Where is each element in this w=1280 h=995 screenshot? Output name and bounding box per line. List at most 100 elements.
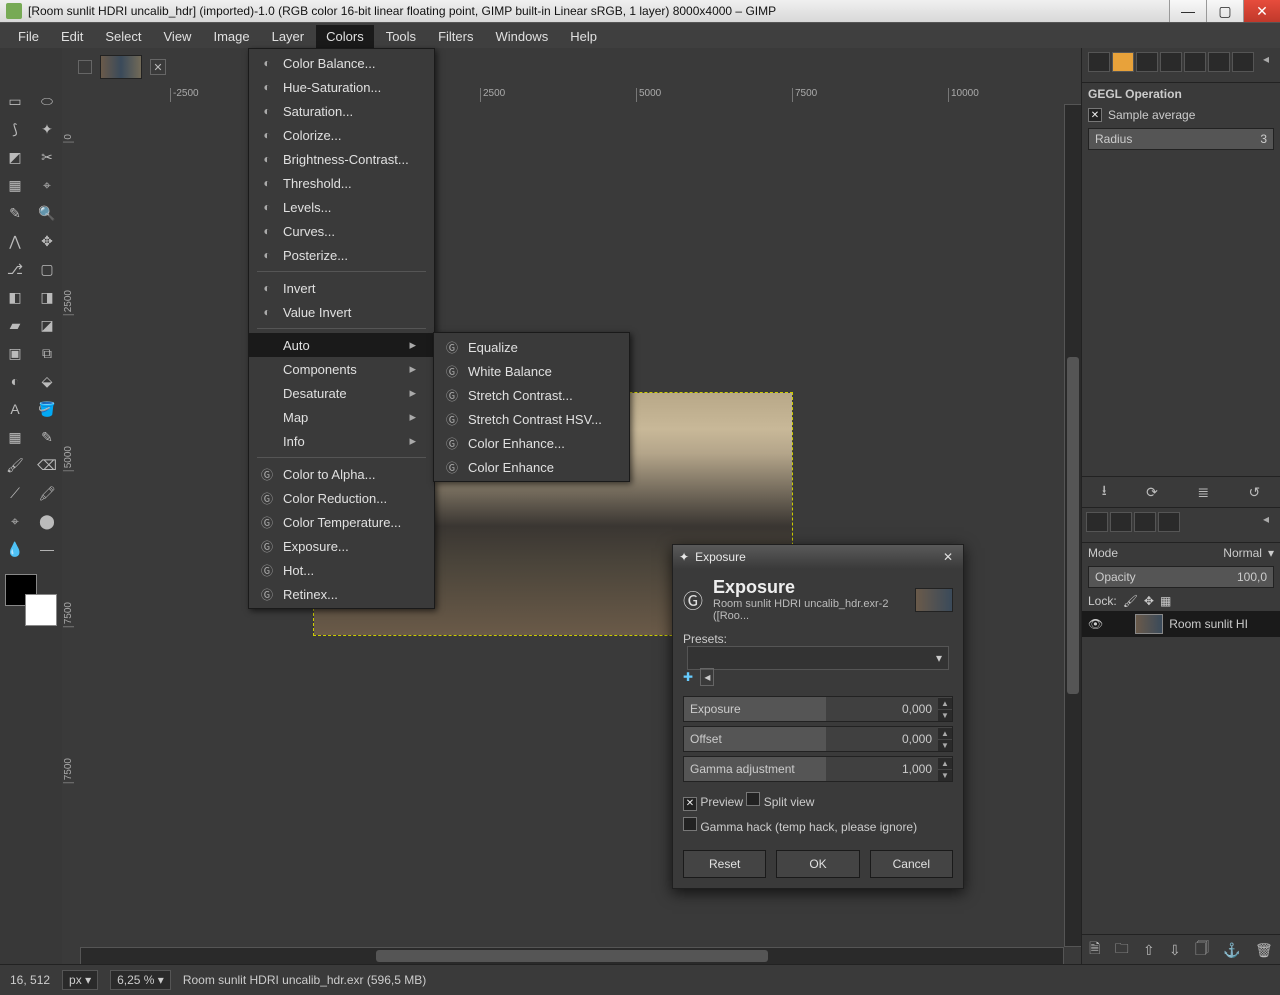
save-icon[interactable]: ⭳ (1102, 480, 1107, 504)
delete-layer-icon[interactable]: 🗑 (1255, 942, 1273, 959)
spinner[interactable]: ▲▼ (938, 727, 952, 751)
menu-select[interactable]: Select (95, 25, 151, 48)
menu-item[interactable]: ⒼColor Enhance (434, 455, 629, 479)
tool-button[interactable]: ⟆ (1, 116, 29, 142)
dock-tab[interactable] (1208, 52, 1230, 72)
undo-tab[interactable] (1158, 512, 1180, 532)
menu-item[interactable]: ◐Brightness-Contrast... (249, 147, 434, 171)
reset-button[interactable]: Reset (683, 850, 766, 878)
lock-pixels-icon[interactable]: 🖌 (1123, 594, 1138, 608)
dock-tab[interactable] (1112, 52, 1134, 72)
menu-view[interactable]: View (154, 25, 202, 48)
tool-button[interactable]: ✎ (1, 200, 29, 226)
menu-item[interactable]: ⒼStretch Contrast... (434, 383, 629, 407)
tool-button[interactable]: ✥ (33, 228, 61, 254)
slider-row[interactable]: Gamma adjustment1,000▲▼ (683, 756, 953, 782)
layer-group-icon[interactable]: 🗀 (1115, 938, 1129, 962)
menu-item[interactable]: Components▸ (249, 357, 434, 381)
tool-button[interactable]: ▰ (1, 312, 29, 338)
menu-item[interactable]: ◐Curves... (249, 219, 434, 243)
duplicate-layer-icon[interactable]: 🗍 (1195, 938, 1209, 962)
menu-item[interactable]: Map▸ (249, 405, 434, 429)
scrollbar-horizontal[interactable] (80, 947, 1064, 965)
chevron-down-icon[interactable]: ▾ (1268, 546, 1274, 560)
menu-colors[interactable]: Colors (316, 25, 374, 48)
layer-name[interactable]: Room sunlit HI (1169, 617, 1248, 631)
dock-tab[interactable] (1232, 52, 1254, 72)
anchor-layer-icon[interactable]: ⚓ (1223, 942, 1240, 959)
tool-button[interactable]: ✂ (33, 144, 61, 170)
menu-item[interactable]: ◐Value Invert (249, 300, 434, 324)
radius-field[interactable]: Radius 3 (1088, 128, 1274, 150)
lock-position-icon[interactable]: ✥ (1144, 594, 1154, 608)
add-preset-icon[interactable]: ✚ (683, 670, 693, 684)
menu-item[interactable]: Auto▸ (249, 333, 434, 357)
menu-item[interactable]: ⒼEqualize (434, 335, 629, 359)
close-button[interactable]: ✕ (1243, 0, 1280, 22)
preview-checkbox[interactable]: ✕ (683, 797, 697, 811)
color-swatches[interactable] (5, 574, 57, 626)
tool-button[interactable]: — (33, 536, 61, 562)
tab-toggle-icon[interactable] (78, 60, 92, 74)
tool-button[interactable]: ▣ (1, 340, 29, 366)
tool-button[interactable]: ⧉ (33, 340, 61, 366)
slider-value[interactable]: 0,000 (826, 727, 938, 751)
options-icon[interactable]: ≣ (1197, 484, 1209, 501)
spinner[interactable]: ▲▼ (938, 757, 952, 781)
tool-button[interactable]: ◪ (33, 312, 61, 338)
menu-item[interactable]: ◐Posterize... (249, 243, 434, 267)
slider-value[interactable]: 1,000 (826, 757, 938, 781)
menu-file[interactable]: File (8, 25, 49, 48)
dock-tab[interactable] (1184, 52, 1206, 72)
tool-button[interactable]: A (1, 396, 29, 422)
menu-item[interactable]: ⒼStretch Contrast HSV... (434, 407, 629, 431)
tool-button[interactable]: 🪣 (33, 396, 61, 422)
presets-select[interactable]: ▾ (687, 646, 949, 670)
lower-layer-icon[interactable]: ⇩ (1169, 942, 1181, 959)
menu-tools[interactable]: Tools (376, 25, 426, 48)
preset-menu-icon[interactable]: ◂ (700, 668, 714, 686)
menu-item[interactable]: ◐Color Balance... (249, 51, 434, 75)
splitview-checkbox[interactable] (746, 792, 760, 806)
raise-layer-icon[interactable]: ⇧ (1143, 942, 1155, 959)
layers-tab[interactable] (1086, 512, 1108, 532)
menu-item[interactable]: Desaturate▸ (249, 381, 434, 405)
menu-edit[interactable]: Edit (51, 25, 93, 48)
gammahack-checkbox[interactable] (683, 817, 697, 831)
tool-button[interactable]: ◩ (1, 144, 29, 170)
lock-alpha-icon[interactable]: ▦ (1160, 594, 1171, 608)
tool-button[interactable]: ⌖ (33, 172, 61, 198)
slider-value[interactable]: 0,000 (826, 697, 938, 721)
new-layer-icon[interactable]: 🗎 (1089, 938, 1100, 962)
scrollbar-thumb[interactable] (1067, 357, 1079, 693)
tool-button[interactable]: ⟋ (1, 480, 29, 506)
tool-button[interactable]: ⌖ (1, 508, 29, 534)
tool-button[interactable]: ▦ (1, 424, 29, 450)
cancel-button[interactable]: Cancel (870, 850, 953, 878)
spinner[interactable]: ▲▼ (938, 697, 952, 721)
dock-tab[interactable] (1160, 52, 1182, 72)
menu-item[interactable]: Info▸ (249, 429, 434, 453)
tool-button[interactable]: 💧 (1, 536, 29, 562)
menu-item[interactable]: ⒼExposure... (249, 534, 434, 558)
menu-item[interactable]: ◐Threshold... (249, 171, 434, 195)
menu-image[interactable]: Image (203, 25, 259, 48)
channels-tab[interactable] (1110, 512, 1132, 532)
maximize-button[interactable]: ▢ (1206, 0, 1243, 22)
minimize-button[interactable]: — (1169, 0, 1206, 22)
dock-tab[interactable] (1088, 52, 1110, 72)
unit-select[interactable]: px ▾ (62, 970, 98, 990)
sample-average-checkbox[interactable]: ✕ (1088, 108, 1102, 122)
tool-button[interactable]: ▢ (33, 256, 61, 282)
mode-value[interactable]: Normal (1223, 546, 1262, 560)
menu-filters[interactable]: Filters (428, 25, 483, 48)
menu-item[interactable]: ⒼColor Reduction... (249, 486, 434, 510)
tool-button[interactable]: ⬙ (33, 368, 61, 394)
menu-item[interactable]: ◐Colorize... (249, 123, 434, 147)
tool-button[interactable]: ✦ (33, 116, 61, 142)
tool-button[interactable]: ◐ (1, 368, 29, 394)
dock-tab-menu[interactable]: ◂ (1256, 52, 1276, 70)
tool-button[interactable]: 🖌 (1, 452, 29, 478)
dock-tab-menu[interactable]: ◂ (1256, 512, 1276, 530)
image-tab-close[interactable]: ✕ (150, 59, 166, 75)
